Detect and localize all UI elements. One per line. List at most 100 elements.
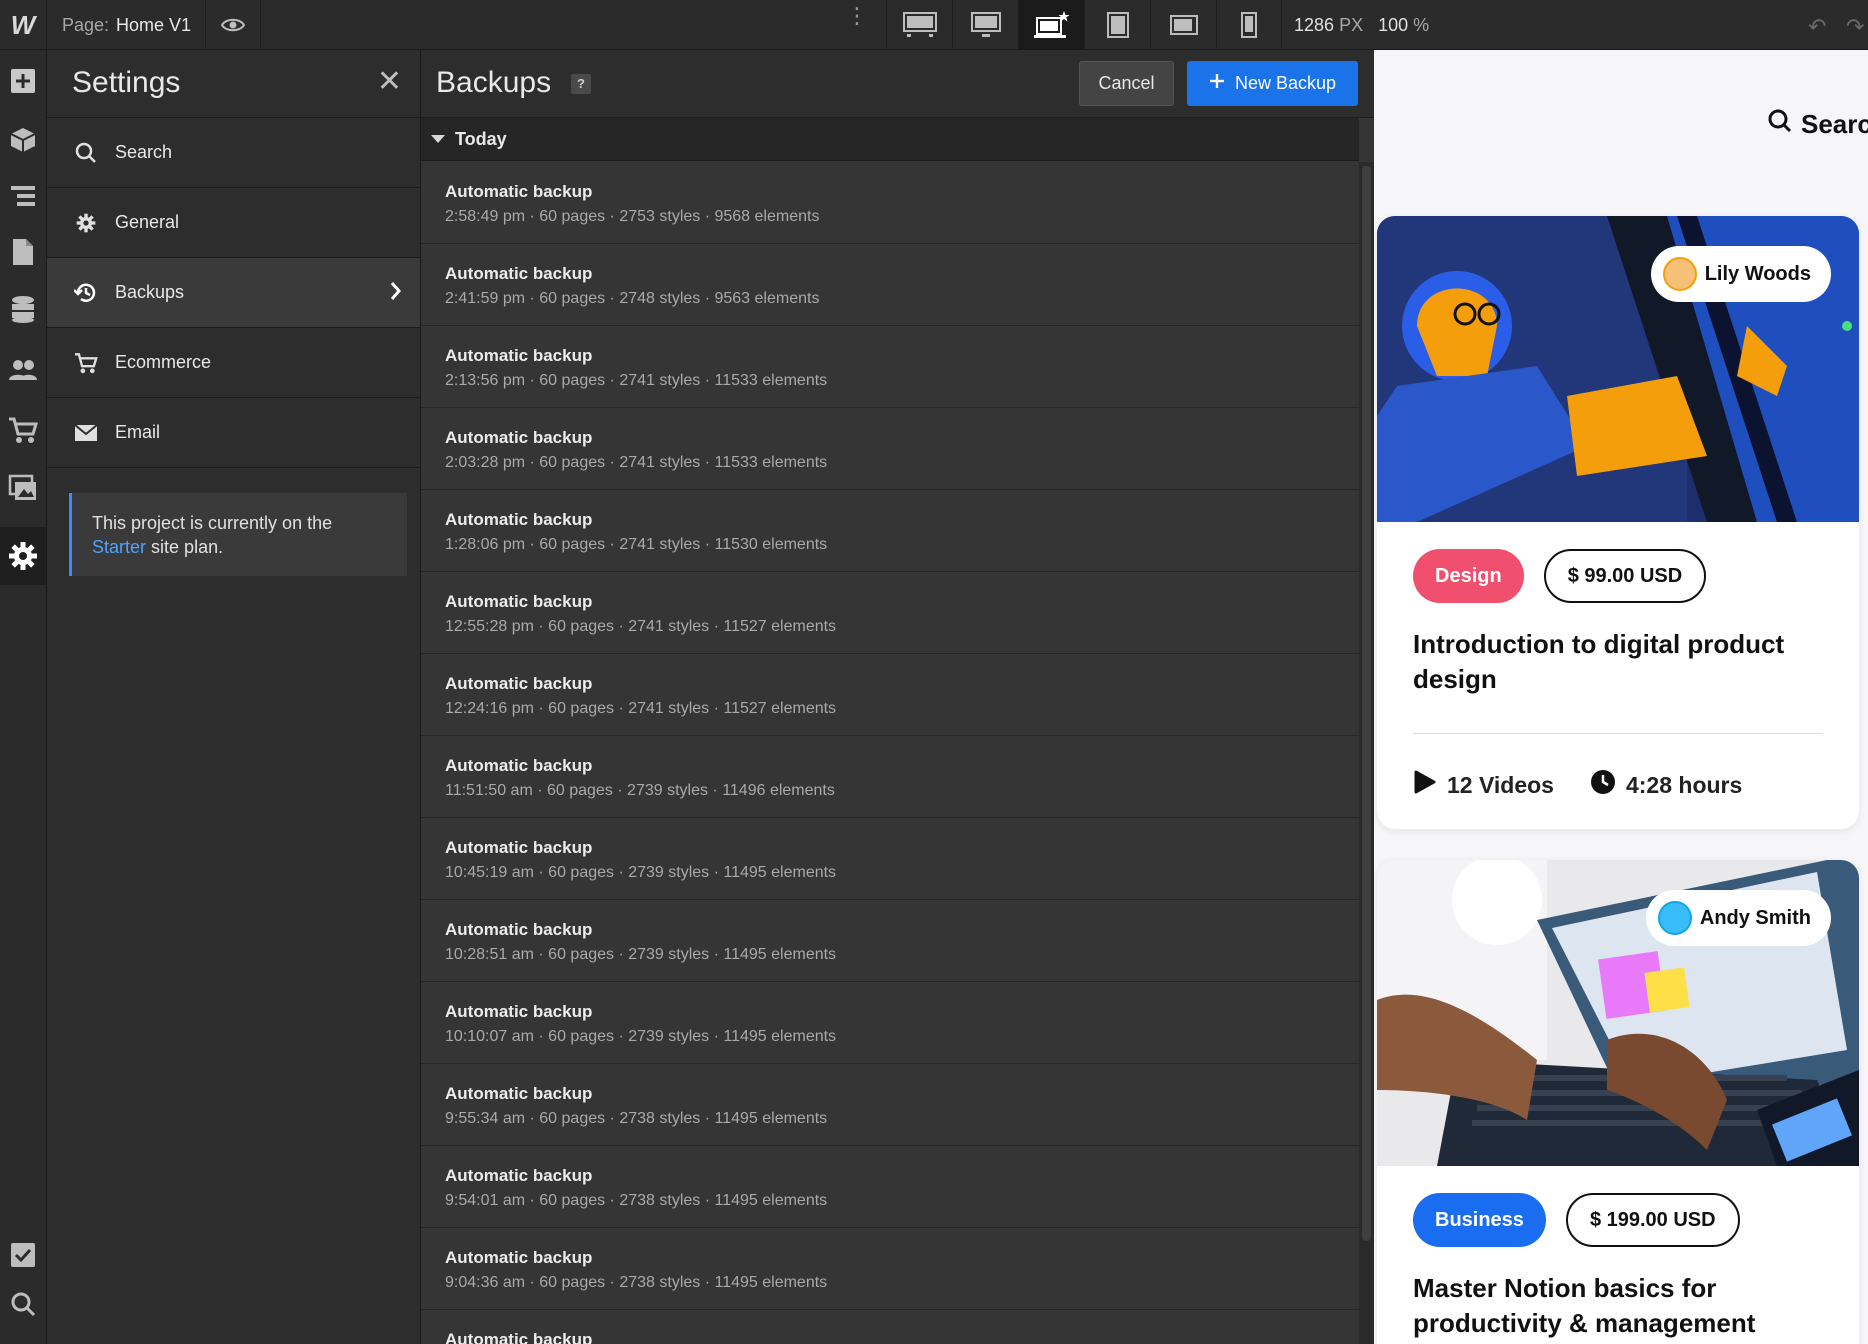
breakpoint-tablet-icon[interactable] [1084,0,1150,50]
course-image: Lily Woods [1377,216,1859,522]
plan-text-before: This project is currently on the [92,513,333,533]
category-badge[interactable]: Design [1413,549,1524,603]
course-card[interactable]: Andy Smith Business $ 199.00 USD Master … [1377,860,1859,1344]
backup-row[interactable]: Automatic backup 9:04:36 am · 60 pages · … [421,1228,1359,1310]
author-chip[interactable]: Andy Smith [1645,890,1831,946]
backup-row[interactable]: Automatic backup 2:13:56 pm · 60 pages · … [421,326,1359,408]
find-search-icon[interactable] [0,1276,46,1332]
page-selector[interactable]: Home V1 [116,15,191,36]
components-icon[interactable] [0,112,46,168]
zoom-unit: % [1413,15,1430,35]
backup-meta: 12:24:16 pm · 60 pages · 2741 styles · 1… [445,700,837,717]
backup-meta: 10:28:51 am · 60 pages · 2739 styles · 1… [445,946,837,963]
price-badge: $ 99.00 USD [1543,549,1707,603]
backup-meta: 2:41:59 pm · 60 pages · 2748 styles · 95… [445,290,820,307]
page-label: Page: [62,15,110,35]
backup-row[interactable]: Automatic backup 12:24:16 pm · 60 pages ·… [421,654,1359,736]
backup-meta: 9:55:34 am · 60 pages · 2738 styles · 11… [445,1110,828,1127]
canvas-dimensions: 1286 PX 100 % [1294,15,1429,36]
backup-row[interactable]: Automatic backup 2:58:49 pm · 60 pages · … [421,162,1359,244]
pages-icon[interactable] [0,224,46,280]
undo-icon[interactable]: ↶ [1808,14,1826,40]
breakpoint-mobile-landscape-icon[interactable] [1150,0,1216,50]
category-badge[interactable]: Business [1413,1193,1546,1247]
settings-item-label: Ecommerce [115,352,212,372]
zoom-value[interactable]: 100 [1378,15,1408,35]
redo-icon[interactable]: ↷ [1846,14,1864,40]
settings-item-ecommerce[interactable]: Ecommerce [47,328,420,398]
backup-list: Automatic backup 2:58:49 pm · 60 pages · … [421,162,1359,1344]
settings-item-search[interactable]: Search [47,118,420,188]
backup-title: Automatic backup [445,1248,593,1267]
assets-icon[interactable] [0,460,46,516]
backup-meta: 11:51:50 am · 60 pages · 2739 styles · 1… [445,782,835,799]
backup-title: Automatic backup [445,264,593,283]
search-icon [73,142,99,164]
backup-meta: 2:58:49 pm · 60 pages · 2753 styles · 95… [445,208,820,225]
backup-title: Automatic backup [445,920,593,939]
starter-plan-link[interactable]: Starter [92,537,146,557]
backups-header: Backups ? Cancel New Backup [421,50,1374,118]
cms-icon[interactable] [0,282,46,338]
webflow-logo[interactable]: W [0,0,47,50]
backup-row[interactable]: Automatic backup 9:54:01 am · 60 pages · … [421,1146,1359,1228]
settings-item-backups[interactable]: Backups [47,258,420,328]
backup-row[interactable]: Automatic backup 11:51:50 am · 60 pages ·… [421,736,1359,818]
clock-icon [1590,769,1616,801]
site-plan-notice: This project is currently on the Starter… [69,493,407,576]
course-title[interactable]: Master Notion basics for productivity & … [1413,1271,1833,1341]
new-backup-button[interactable]: New Backup [1187,61,1358,106]
videos-stat: 12 Videos [1413,769,1554,801]
add-panel-icon[interactable] [0,53,46,109]
help-icon[interactable]: ? [571,74,591,94]
plus-icon [1209,73,1225,94]
navigator-icon[interactable] [0,168,46,224]
scrollbar[interactable] [1359,162,1374,1344]
cancel-button[interactable]: Cancel [1079,61,1174,106]
new-backup-label: New Backup [1234,73,1337,93]
course-card[interactable]: Lily Woods Design $ 99.00 USD Introducti… [1377,216,1859,829]
settings-item-general[interactable]: General [47,188,420,258]
backup-row[interactable]: Automatic backup 10:10:07 am · 60 pages ·… [421,982,1359,1064]
author-name: Andy Smith [1699,906,1811,929]
canvas-width-value[interactable]: 1286 [1294,15,1334,35]
cart-icon [73,352,99,374]
settings-item-label: Search [115,142,173,162]
backup-row[interactable]: Automatic backup 1:28:06 pm · 60 pages · … [421,490,1359,572]
settings-gear-icon[interactable] [0,527,46,585]
group-header-today[interactable]: Today [421,118,1359,161]
settings-item-label: General [115,212,180,232]
card-divider [1413,733,1823,734]
course-stats: 12 Videos 4:28 hours [1413,769,1742,801]
settings-header: Settings ✕ [47,50,420,118]
backup-title: Automatic backup [445,182,593,201]
close-icon[interactable]: ✕ [377,67,402,97]
backup-row[interactable]: Automatic backup 10:28:51 am · 60 pages ·… [421,900,1359,982]
breakpoint-desktop-base-icon[interactable] [1018,0,1084,50]
avatar [1662,257,1697,291]
top-toolbar: W Page: Home V1 ⋮ 1286 PX 100 % ↶ ↷ [0,0,1868,50]
price-badge: $ 199.00 USD [1565,1193,1740,1247]
scrollbar-thumb[interactable] [1362,166,1371,1241]
tasks-checkbox-icon[interactable] [0,1227,46,1283]
backup-row[interactable]: Automatic backup 10:45:19 am · 60 pages ·… [421,818,1359,900]
backup-row[interactable]: Automatic backup 2:03:28 pm · 60 pages · … [421,408,1359,490]
users-icon[interactable] [0,342,46,398]
duration-value: 4:28 hours [1625,771,1743,798]
preview-search[interactable]: Searc [1767,108,1868,141]
course-title[interactable]: Introduction to digital product design [1413,627,1833,697]
breakpoint-mobile-portrait-icon[interactable] [1216,0,1282,50]
breakpoint-desktop-large-icon[interactable] [886,0,952,50]
mail-icon [73,424,99,441]
ecommerce-cart-icon[interactable] [0,402,46,458]
more-options-icon[interactable]: ⋮ [846,5,868,27]
backup-row[interactable]: Automatic backup 12:55:28 pm · 60 pages ·… [421,572,1359,654]
breakpoint-desktop-medium-icon[interactable] [952,0,1018,50]
preview-eye-icon[interactable] [205,0,261,50]
backup-row[interactable]: Automatic backup [421,1310,1359,1344]
backup-row[interactable]: Automatic backup 9:55:34 am · 60 pages · … [421,1064,1359,1146]
canvas-width-unit: PX [1339,15,1364,35]
backup-row[interactable]: Automatic backup 2:41:59 pm · 60 pages · … [421,244,1359,326]
settings-item-email[interactable]: Email [47,398,420,468]
author-chip[interactable]: Lily Woods [1650,246,1831,302]
